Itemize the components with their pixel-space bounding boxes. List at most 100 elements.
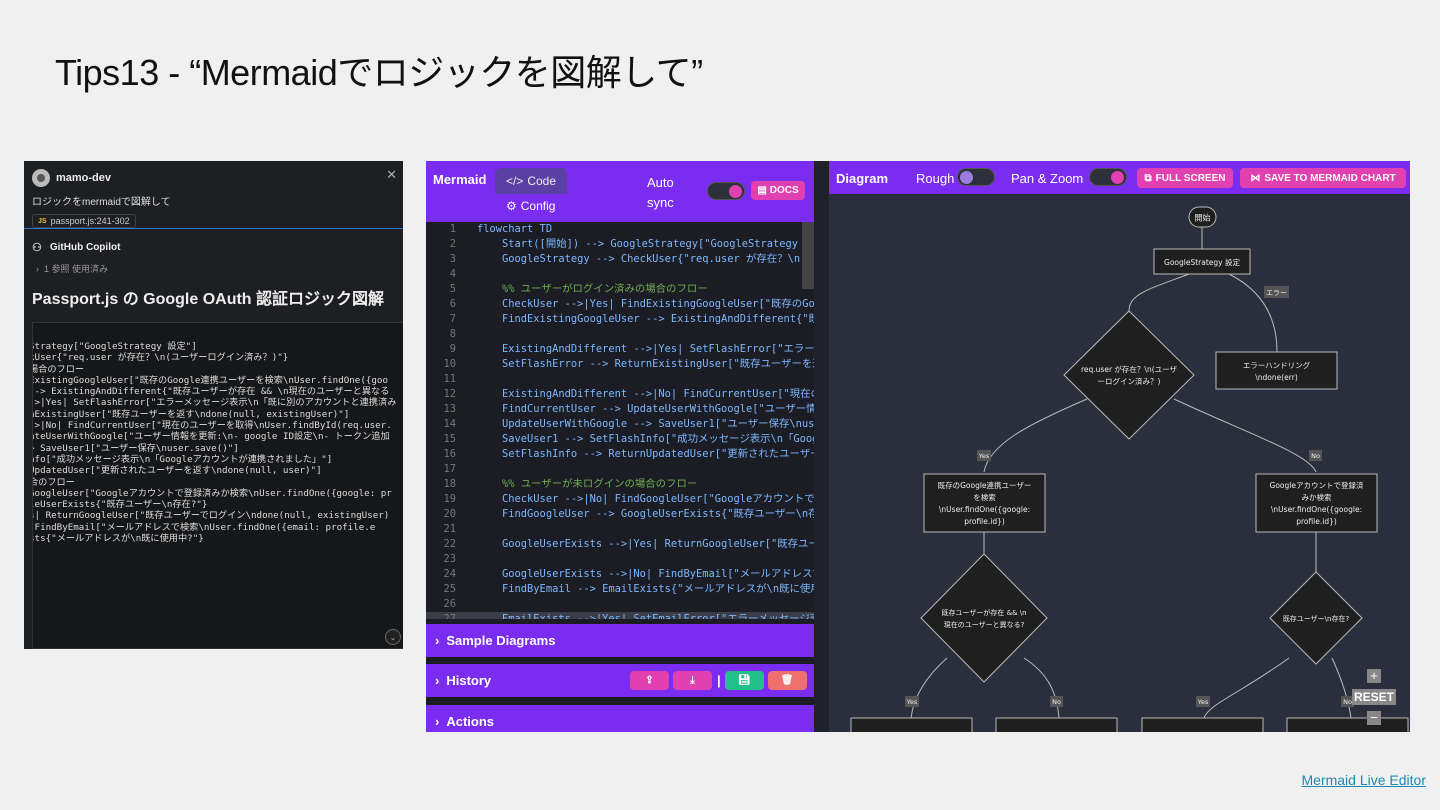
svg-text:既存ユーザーが存在 && \n: 既存ユーザーが存在 && \n	[941, 608, 1026, 617]
svg-text:既存ユーザー\n存在?: 既存ユーザー\n存在?	[1283, 614, 1350, 623]
mermaid-live-editor-link[interactable]: Mermaid Live Editor	[1302, 772, 1427, 788]
delete-button[interactable]: 🗑︎	[767, 671, 807, 690]
flowchart-canvas[interactable]: 開始 GoogleStrategy 設定 エラー エラーハンドリング \ndon…	[829, 194, 1410, 732]
code-editor[interactable]: 1 flowchart TD 2 Start([開始]) --> GoogleStr…	[426, 222, 814, 619]
editor-line[interactable]: 22 GoogleUserExists -->|Yes| ReturnGoogl…	[426, 537, 814, 552]
editor-line[interactable]: 3 GoogleStrategy --> CheckUser{"req.user…	[426, 252, 814, 267]
history-section[interactable]: › History ⇪ ⤓ | 💾︎ 🗑︎	[426, 664, 814, 697]
node-google-user-exists[interactable]: 既存ユーザー\n存在?	[1269, 571, 1363, 665]
toolbar-separator: |	[717, 673, 721, 688]
svg-text:Yes: Yes	[1197, 698, 1209, 706]
gears-icon: ⚙	[506, 199, 517, 213]
save-to-mermaid-chart-button[interactable]: ⋈ SAVE TO MERMAID CHART	[1240, 168, 1406, 188]
zoom-in-button[interactable]: +	[1367, 669, 1381, 683]
editor-line[interactable]: 2 Start([開始]) --> GoogleStrategy["Google…	[426, 237, 814, 252]
editor-pane: Mermaid </> Code ⚙ Config Auto sync ▤ DO…	[426, 161, 814, 732]
editor-line[interactable]: 8	[426, 327, 814, 342]
edge-label-yes: Yes	[977, 450, 991, 461]
code-icon: </>	[505, 174, 524, 188]
full-screen-button[interactable]: ⧉ FULL SCREEN	[1137, 168, 1233, 188]
svg-text:\ndone(err): \ndone(err)	[1255, 373, 1298, 382]
chevron-right-icon: ›	[435, 714, 440, 729]
node-start[interactable]: 開始	[1188, 206, 1217, 228]
node-find-google-user[interactable]: Googleアカウントで登録済 みか検索 \nUser.findOne({goo…	[1255, 473, 1378, 533]
line-code: ExistingAndDifferent -->|No| FindCurrent…	[477, 388, 814, 400]
close-icon[interactable]: ✕	[386, 167, 397, 183]
code-line: sts{"メールアドレスが\n既に使用中?"}	[32, 533, 204, 545]
download-button[interactable]: ⤓	[673, 671, 712, 690]
editor-line[interactable]: 14 UpdateUserWithGoogle --> SaveUser1["ユ…	[426, 417, 814, 432]
editor-line[interactable]: 4	[426, 267, 814, 282]
rough-toggle[interactable]	[957, 168, 995, 186]
node-existing-and-different[interactable]: 既存ユーザーが存在 && \n 現在のユーザーと異なる?	[920, 553, 1048, 683]
editor-line[interactable]: 13 FindCurrentUser --> UpdateUserWithGoo…	[426, 402, 814, 417]
editor-line[interactable]: 5 %% ユーザーがログイン済みの場合のフロー	[426, 282, 814, 297]
editor-line[interactable]: 11	[426, 372, 814, 387]
svg-text:既存のGoogle連携ユーザー: 既存のGoogle連携ユーザー	[938, 480, 1032, 490]
editor-line[interactable]: 18 %% ユーザーが未ログインの場合のフロー	[426, 477, 814, 492]
node-check-user[interactable]: req.user が存在？\n(ユーザ ーログイン済み？)	[1063, 310, 1195, 440]
assistant-name: GitHub Copilot	[49, 242, 121, 253]
editor-line[interactable]: 12 ExistingAndDifferent -->|No| FindCurr…	[426, 387, 814, 402]
editor-line[interactable]: 7 FindExistingGoogleUser --> ExistingAnd…	[426, 312, 814, 327]
editor-line[interactable]: 21	[426, 522, 814, 537]
line-code: %% ユーザーが未ログインの場合のフロー	[477, 478, 698, 490]
actions-section[interactable]: › Actions	[426, 705, 814, 732]
slide-title: Tips13 - “Mermaidでロジックを図解して”	[55, 52, 703, 93]
auto-sync-toggle[interactable]	[707, 182, 745, 200]
editor-line[interactable]: 27 EmailExists -->|Yes| SetEmailError["エ…	[426, 612, 814, 619]
svg-text:\nUser.findOne({google:: \nUser.findOne({google:	[939, 505, 1030, 514]
edge-label-error: エラー	[1264, 286, 1289, 298]
editor-line[interactable]: 26	[426, 597, 814, 612]
editor-line[interactable]: 16 SetFlashInfo --> ReturnUpdatedUser["更…	[426, 447, 814, 462]
tab-config[interactable]: ⚙ Config	[506, 199, 555, 213]
upload-button[interactable]: ⇪	[630, 671, 669, 690]
pane-resize-handle[interactable]	[814, 161, 829, 732]
editor-line[interactable]: 17	[426, 462, 814, 477]
line-number: 13	[443, 403, 456, 415]
node-find-existing-google-user[interactable]: 既存のGoogle連携ユーザー を検索 \nUser.findOne({goog…	[923, 473, 1046, 533]
svg-text:req.user が存在？\n(ユーザ: req.user が存在？\n(ユーザ	[1081, 364, 1177, 374]
node-google-strategy[interactable]: GoogleStrategy 設定	[1153, 248, 1251, 275]
reset-zoom-button[interactable]: RESET	[1352, 689, 1396, 705]
user-name: mamo-dev	[56, 172, 112, 184]
line-number: 1	[449, 223, 456, 235]
code-line: s| ReturnGoogleUser["既存ユーザーでログイン\ndone(n…	[32, 510, 390, 522]
editor-line[interactable]: 9 ExistingAndDifferent -->|Yes| SetFlash…	[426, 342, 814, 357]
docs-button[interactable]: ▤ DOCS	[751, 181, 805, 200]
svg-text:GoogleStrategy 設定: GoogleStrategy 設定	[1164, 257, 1240, 267]
editor-line[interactable]: 15 SaveUser1 --> SetFlashInfo["成功メッセージ表示…	[426, 432, 814, 447]
sample-diagrams-section[interactable]: › Sample Diagrams	[426, 624, 814, 657]
code-line: Strategy["GoogleStrategy 設定"]	[32, 341, 197, 352]
editor-line[interactable]: 19 CheckUser -->|No| FindGoogleUser["Goo…	[426, 492, 814, 507]
diagram-pane: Diagram Rough Pan & Zoom ⧉ FULL SCREEN ⋈…	[829, 161, 1410, 732]
js-file-icon: JS	[38, 217, 47, 225]
pan-zoom-toggle[interactable]	[1089, 168, 1127, 186]
scroll-down-icon[interactable]: ⌄	[385, 629, 401, 645]
editor-line[interactable]: 10 SetFlashError --> ReturnExistingUser[…	[426, 357, 814, 372]
editor-line[interactable]: 6 CheckUser -->|Yes| FindExistingGoogleU…	[426, 297, 814, 312]
code-line: ExistingGoogleUser["既存のGoogle連携ユーザーを検索\n…	[32, 374, 388, 386]
references-used[interactable]: › 1 参照 使用済み	[24, 254, 403, 275]
save-button[interactable]: 💾︎	[724, 671, 764, 690]
editor-line[interactable]: 23	[426, 552, 814, 567]
editor-line[interactable]: 20 FindGoogleUser --> GoogleUserExists{"…	[426, 507, 814, 522]
node-error-handling[interactable]: エラーハンドリング \ndone(err)	[1215, 351, 1338, 390]
editor-line[interactable]: 24 GoogleUserExists -->|No| FindByEmail[…	[426, 567, 814, 582]
file-reference-chip[interactable]: JS passport.js:241-302	[32, 214, 136, 228]
editor-line[interactable]: 1 flowchart TD	[426, 222, 814, 237]
editor-scrollbar[interactable]	[802, 222, 814, 289]
mermaid-chart-icon: ⋈	[1250, 172, 1261, 184]
svg-text:みか検索: みか検索	[1302, 492, 1332, 502]
editor-line[interactable]: 25 FindByEmail --> EmailExists{"メールアドレスが…	[426, 582, 814, 597]
copilot-chat-panel: mamo-dev ✕ ロジックをmermaidで図解して JS passport…	[24, 161, 403, 649]
svg-text:Googleアカウントで登録済: Googleアカウントで登録済	[1270, 480, 1364, 490]
auto-sync-label: Auto sync	[647, 175, 674, 210]
code-block: Strategy["GoogleStrategy 設定"] kUser{"req.…	[32, 322, 403, 649]
line-code: GoogleUserExists -->|No| FindByEmail["メー…	[477, 568, 814, 580]
tab-code[interactable]: </> Code	[495, 168, 567, 194]
flowchart-lower-nodes	[850, 717, 1409, 732]
svg-text:現在のユーザーと異なる?: 現在のユーザーと異なる?	[944, 620, 1025, 629]
svg-text:を検索: を検索	[973, 492, 996, 502]
zoom-out-button[interactable]: −	[1367, 711, 1381, 725]
